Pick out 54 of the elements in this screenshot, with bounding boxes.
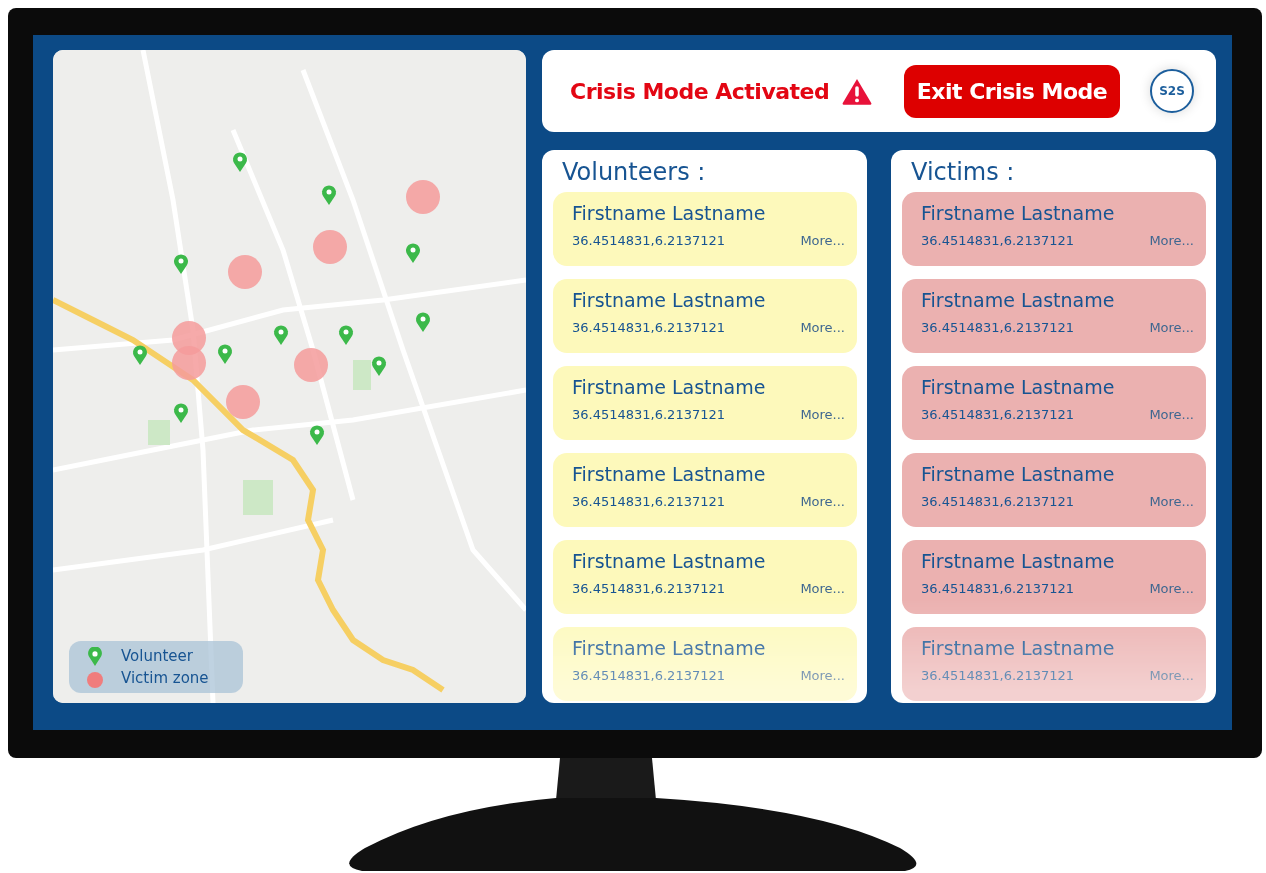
- person-name: Firstname Lastname: [572, 375, 767, 399]
- person-name: Firstname Lastname: [921, 201, 1116, 225]
- coordinates-text: 36.4514831,6.2137121: [921, 668, 1074, 683]
- person-name: Firstname Lastname: [921, 288, 1116, 312]
- more-link[interactable]: More...: [800, 581, 845, 596]
- logo: S2S: [1150, 69, 1194, 113]
- person-card[interactable]: Firstname Lastname 36.4514831,6.2137121 More...: [902, 627, 1206, 701]
- person-name: Firstname Lastname: [572, 549, 767, 573]
- person-name: Firstname Lastname: [921, 462, 1116, 486]
- person-name: Firstname Lastname: [921, 636, 1116, 660]
- person-card[interactable]: Firstname Lastname 36.4514831,6.2137121 More...: [553, 192, 857, 266]
- person-card[interactable]: Firstname Lastname 36.4514831,6.2137121 More...: [902, 279, 1206, 353]
- person-name: Firstname Lastname: [921, 375, 1116, 399]
- person-card[interactable]: Firstname Lastname 36.4514831,6.2137121 More...: [553, 279, 857, 353]
- person-card[interactable]: Firstname Lastname 36.4514831,6.2137121 More...: [553, 366, 857, 440]
- person-card[interactable]: Firstname Lastname 36.4514831,6.2137121 More...: [902, 366, 1206, 440]
- coordinates-text: 36.4514831,6.2137121: [921, 494, 1074, 509]
- exit-crisis-mode-button[interactable]: Exit Crisis Mode: [904, 64, 1120, 118]
- panel-title: Victims :: [910, 157, 1016, 188]
- coordinates-text: 36.4514831,6.2137121: [921, 233, 1074, 248]
- more-link[interactable]: More...: [1149, 320, 1194, 335]
- more-link[interactable]: More...: [1149, 494, 1194, 509]
- coordinates-text: 36.4514831,6.2137121: [572, 494, 725, 509]
- more-link[interactable]: More...: [1149, 233, 1194, 248]
- person-name: Firstname Lastname: [572, 636, 767, 660]
- coordinates-text: 36.4514831,6.2137121: [921, 407, 1074, 422]
- person-card[interactable]: Firstname Lastname 36.4514831,6.2137121 More...: [902, 192, 1206, 266]
- person-card[interactable]: Firstname Lastname 36.4514831,6.2137121 More...: [553, 627, 857, 701]
- more-link[interactable]: More...: [800, 668, 845, 683]
- person-name: Firstname Lastname: [572, 201, 767, 225]
- coordinates-text: 36.4514831,6.2137121: [572, 407, 725, 422]
- coordinates-text: 36.4514831,6.2137121: [921, 320, 1074, 335]
- panel-title: Volunteers :: [561, 157, 707, 188]
- more-link[interactable]: More...: [1149, 581, 1194, 596]
- more-link[interactable]: More...: [800, 320, 845, 335]
- more-link[interactable]: More...: [800, 407, 845, 422]
- coordinates-text: 36.4514831,6.2137121: [572, 668, 725, 683]
- legend-label: Volunteer: [121, 647, 194, 665]
- coordinates-text: 36.4514831,6.2137121: [921, 581, 1074, 596]
- person-card[interactable]: Firstname Lastname 36.4514831,6.2137121 More...: [553, 453, 857, 527]
- person-name: Firstname Lastname: [572, 288, 767, 312]
- coordinates-text: 36.4514831,6.2137121: [572, 233, 725, 248]
- person-name: Firstname Lastname: [921, 549, 1116, 573]
- more-link[interactable]: More...: [800, 233, 845, 248]
- coordinates-text: 36.4514831,6.2137121: [572, 581, 725, 596]
- person-card[interactable]: Firstname Lastname 36.4514831,6.2137121 More...: [553, 540, 857, 614]
- person-name: Firstname Lastname: [572, 462, 767, 486]
- more-link[interactable]: More...: [1149, 407, 1194, 422]
- crisis-status-text: Crisis Mode Activated: [570, 78, 830, 104]
- person-card[interactable]: Firstname Lastname 36.4514831,6.2137121 More...: [902, 453, 1206, 527]
- person-card[interactable]: Firstname Lastname 36.4514831,6.2137121 More...: [902, 540, 1206, 614]
- more-link[interactable]: More...: [800, 494, 845, 509]
- coordinates-text: 36.4514831,6.2137121: [572, 320, 725, 335]
- legend-label: Victim zone: [121, 669, 209, 687]
